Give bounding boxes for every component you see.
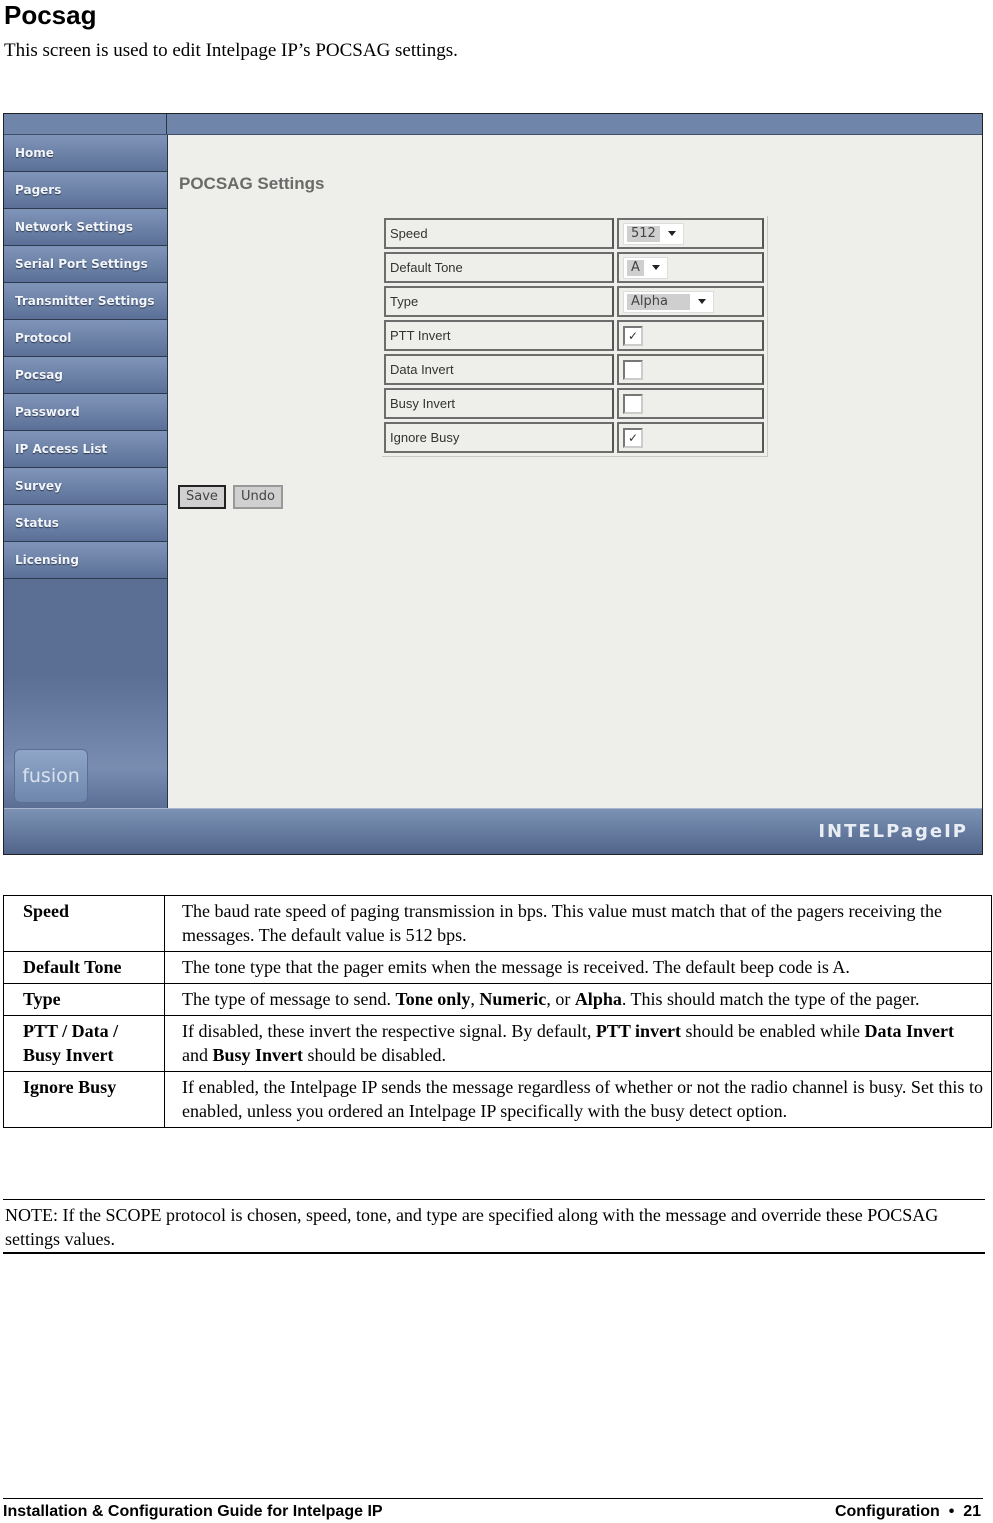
term-cell: Type [3, 983, 165, 1016]
setting-row-speed: Speed 512 [384, 218, 764, 249]
undo-button[interactable]: Undo [233, 485, 283, 509]
term-cell: Ignore Busy [3, 1071, 165, 1128]
ptt-invert-label: PTT Invert [384, 320, 614, 351]
page-title: POCSAG Settings [179, 174, 325, 193]
sidebar-item-pocsag[interactable]: Pocsag [4, 357, 167, 394]
sidebar-item-survey[interactable]: Survey [4, 468, 167, 505]
setting-row-busy-invert: Busy Invert [384, 388, 764, 419]
field-description-table: Speed The baud rate speed of paging tran… [3, 895, 992, 1128]
sidebar-item-serial-port-settings[interactable]: Serial Port Settings [4, 246, 167, 283]
default-tone-select[interactable]: A [623, 256, 668, 279]
setting-row-data-invert: Data Invert [384, 354, 764, 385]
setting-row-type: Type Alpha [384, 286, 764, 317]
bullet-icon: • [948, 1503, 955, 1520]
sidebar-item-status[interactable]: Status [4, 505, 167, 542]
top-bar [4, 114, 982, 135]
sidebar-item-password[interactable]: Password [4, 394, 167, 431]
ignore-busy-checkbox[interactable]: ✓ [623, 427, 643, 448]
chevron-down-icon [651, 265, 660, 270]
section-heading: Pocsag [4, 0, 97, 30]
description-row: PTT / Data / Busy Invert If disabled, th… [3, 1015, 992, 1072]
chevron-down-icon [667, 231, 676, 236]
ui-screenshot: Home Pagers Network Settings Serial Port… [3, 113, 983, 855]
page-number: 21 [963, 1503, 981, 1520]
sidebar-nav: Home Pagers Network Settings Serial Port… [4, 135, 168, 808]
term-cell: Default Tone [3, 951, 165, 984]
setting-row-ptt-invert: PTT Invert ✓ [384, 320, 764, 351]
type-select[interactable]: Alpha [623, 290, 714, 313]
footer-guide-title: Installation & Configuration Guide for I… [3, 1503, 383, 1520]
speed-label: Speed [384, 218, 614, 249]
definition-cell: If disabled, these invert the respective… [164, 1015, 992, 1072]
sidebar-item-transmitter-settings[interactable]: Transmitter Settings [4, 283, 167, 320]
chevron-down-icon [697, 299, 706, 304]
sidebar-item-home[interactable]: Home [4, 135, 167, 172]
data-invert-checkbox[interactable] [623, 359, 643, 380]
speed-select[interactable]: 512 [623, 222, 684, 245]
definition-cell: The tone type that the pager emits when … [164, 951, 992, 984]
setting-row-default-tone: Default Tone A [384, 252, 764, 283]
save-button[interactable]: Save [178, 485, 226, 509]
pocsag-settings-table: Speed 512 Default Tone A Type Alpha PTT … [381, 215, 767, 456]
data-invert-label: Data Invert [384, 354, 614, 385]
term-cell: Speed [3, 895, 165, 952]
brand-logo: INTELPageIP [818, 821, 968, 842]
definition-cell: The type of message to send. Tone only, … [164, 983, 992, 1016]
sidebar-item-pagers[interactable]: Pagers [4, 172, 167, 209]
description-row: Default Tone The tone type that the page… [3, 951, 992, 984]
description-row: Type The type of message to send. Tone o… [3, 983, 992, 1016]
definition-cell: The baud rate speed of paging transmissi… [164, 895, 992, 952]
bottom-bar: INTELPageIP [4, 808, 982, 854]
definition-cell: If enabled, the Intelpage IP sends the m… [164, 1071, 992, 1128]
description-row: Speed The baud rate speed of paging tran… [3, 895, 992, 952]
page-footer: Installation & Configuration Guide for I… [3, 1498, 983, 1521]
sidebar-item-protocol[interactable]: Protocol [4, 320, 167, 357]
type-label: Type [384, 286, 614, 317]
ignore-busy-label: Ignore Busy [384, 422, 614, 453]
sidebar-item-licensing[interactable]: Licensing [4, 542, 167, 579]
intro-text: This screen is used to edit Intelpage IP… [4, 40, 458, 61]
term-cell: PTT / Data / Busy Invert [3, 1015, 165, 1072]
default-tone-label: Default Tone [384, 252, 614, 283]
sidebar-item-network-settings[interactable]: Network Settings [4, 209, 167, 246]
setting-row-ignore-busy: Ignore Busy ✓ [384, 422, 764, 453]
footer-page-info: Configuration • 21 [834, 1503, 981, 1520]
sidebar-item-ip-access-list[interactable]: IP Access List [4, 431, 167, 468]
fusion-logo: fusion [14, 749, 88, 803]
busy-invert-label: Busy Invert [384, 388, 614, 419]
note-box: NOTE: If the SCOPE protocol is chosen, s… [3, 1199, 985, 1254]
ptt-invert-checkbox[interactable]: ✓ [623, 325, 643, 346]
busy-invert-checkbox[interactable] [623, 393, 643, 414]
description-row: Ignore Busy If enabled, the Intelpage IP… [3, 1071, 992, 1128]
